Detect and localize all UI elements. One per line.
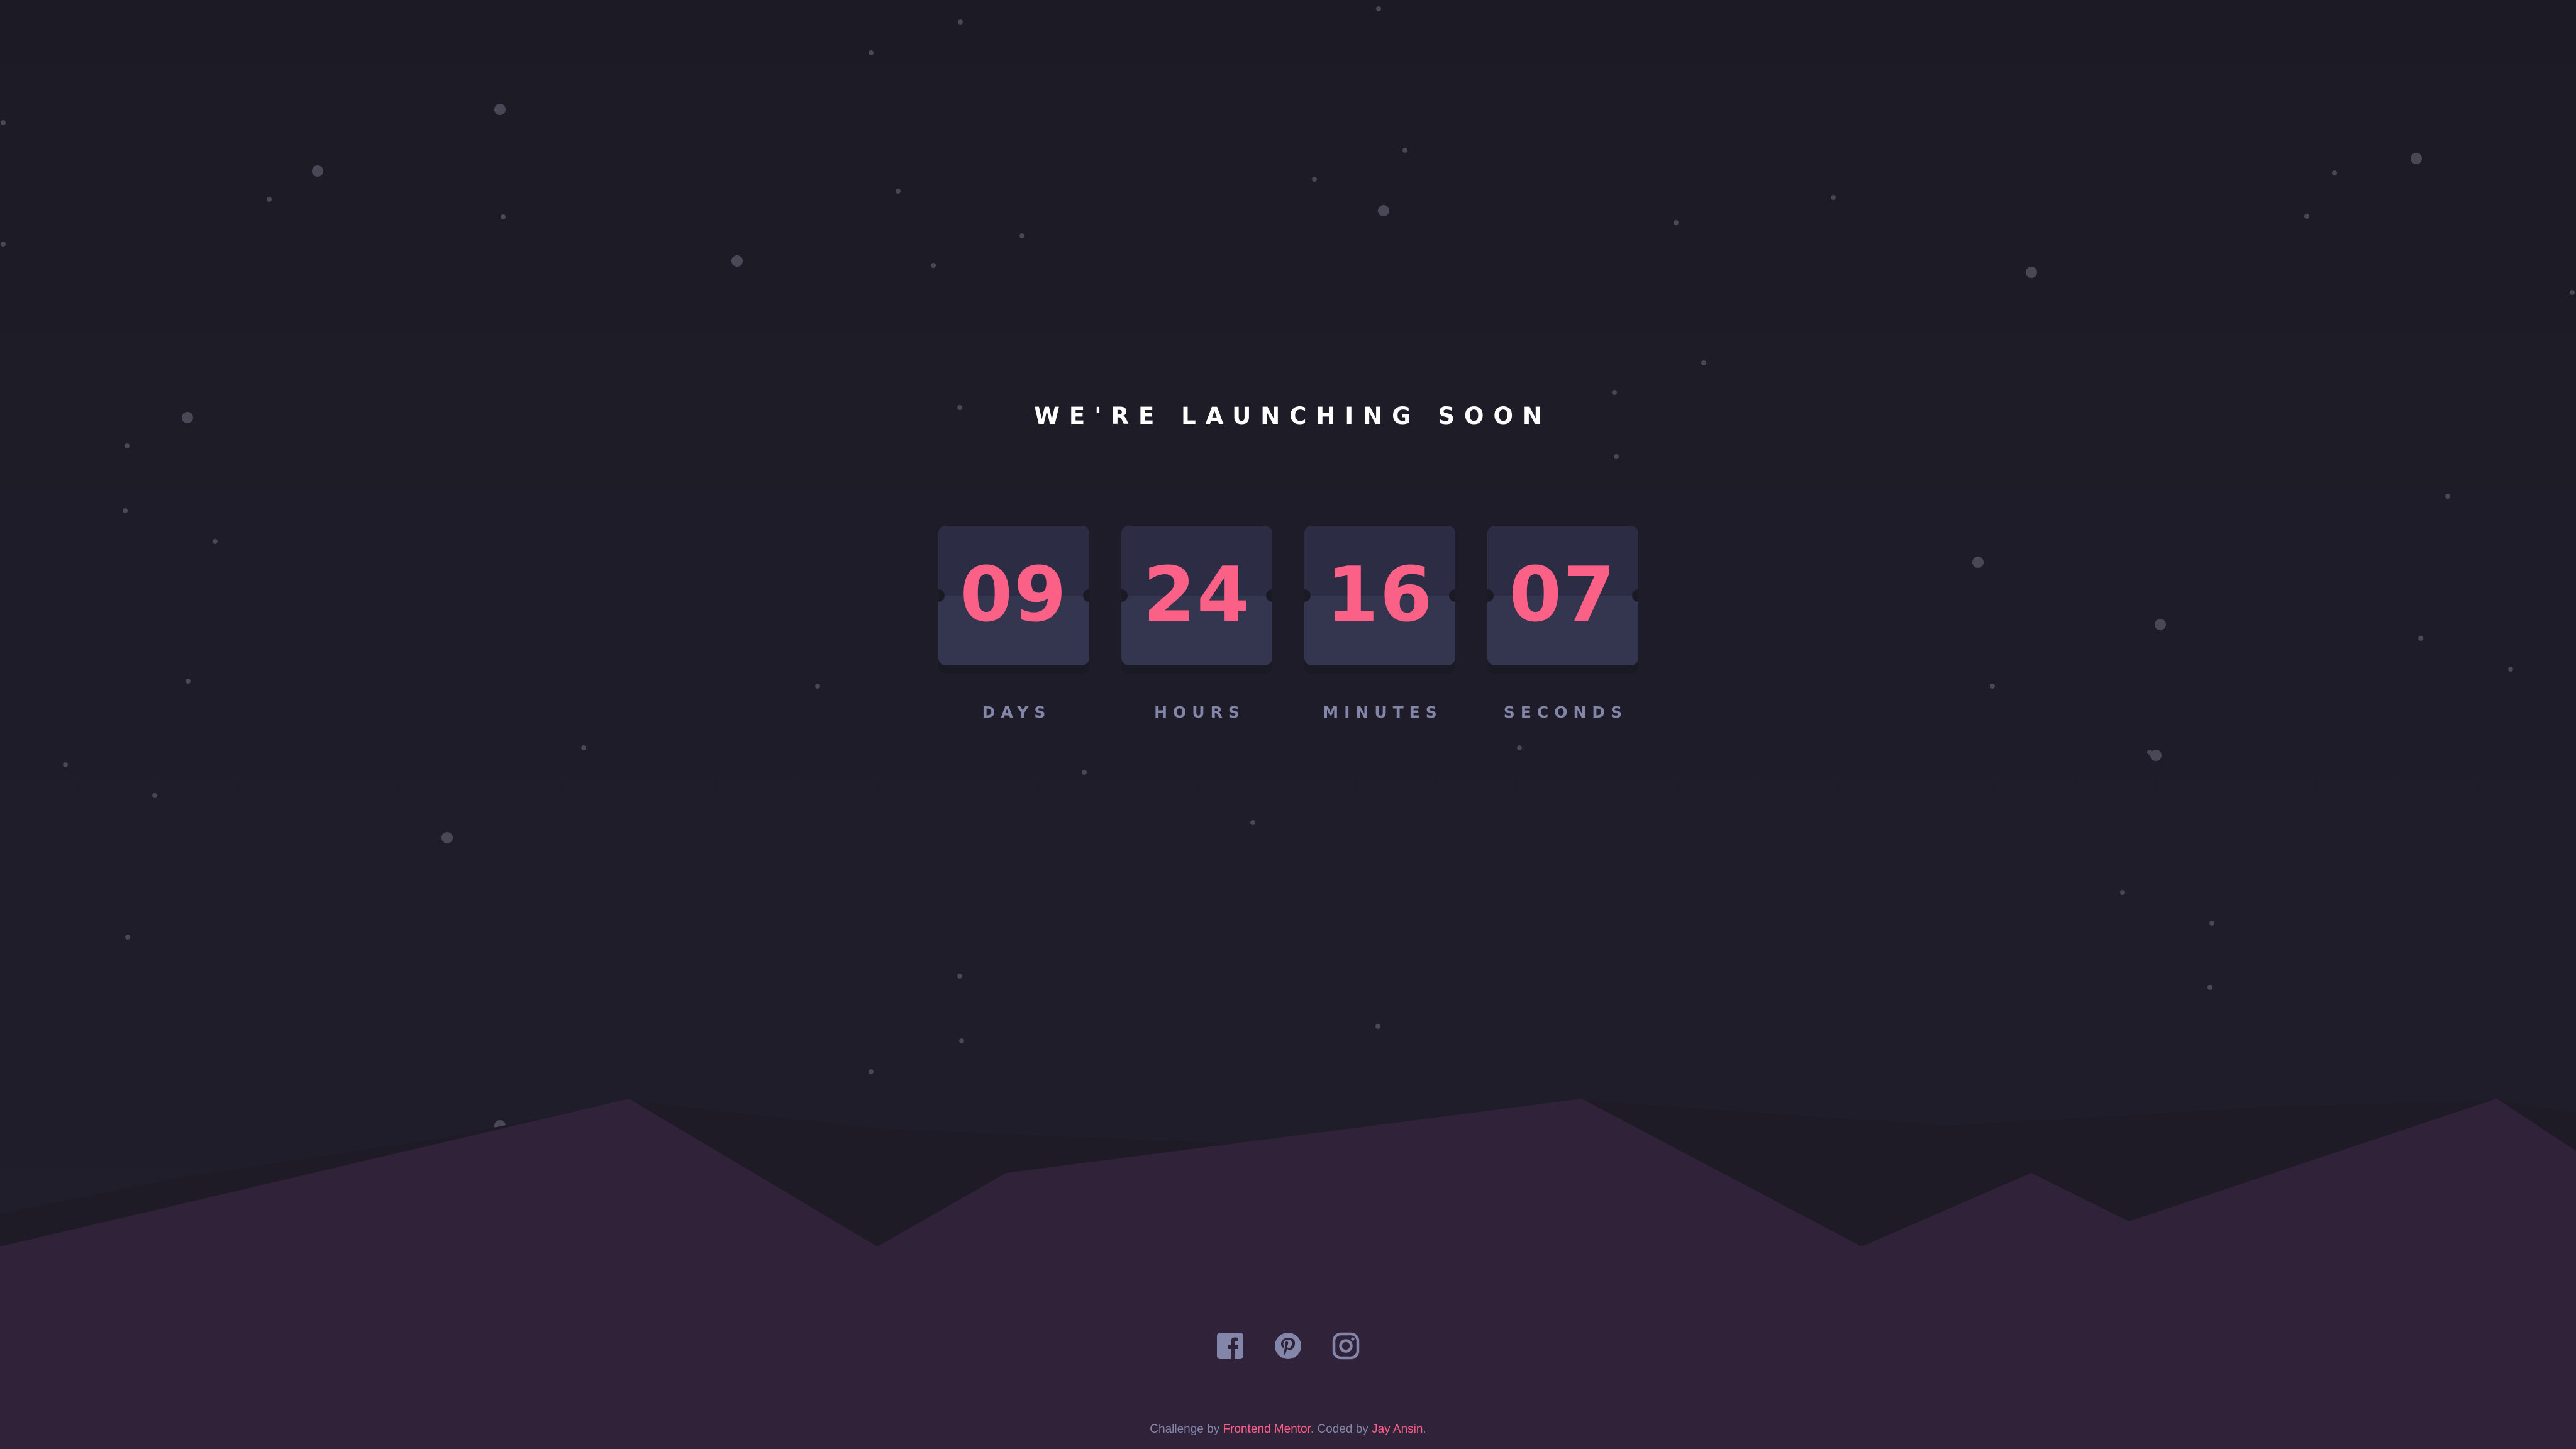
minutes-value: 16 — [1326, 552, 1434, 639]
social-links — [0, 1332, 2576, 1360]
flip-card-minutes: 16 — [1304, 526, 1455, 665]
instagram-icon[interactable] — [1332, 1332, 1360, 1360]
days-label: DAYS — [982, 703, 1052, 721]
countdown-hours: 24 HOURS — [1121, 526, 1272, 721]
starfield-background — [1, 6, 2575, 1131]
attribution-suffix: . — [1423, 1423, 1426, 1436]
flip-card-hours: 24 — [1121, 526, 1272, 665]
attribution-middle: . Coded by — [1310, 1423, 1368, 1436]
hours-value: 24 — [1143, 552, 1251, 639]
seconds-label: SECONDS — [1503, 703, 1628, 721]
flip-card-days: 09 — [938, 526, 1089, 665]
minutes-label: MINUTES — [1323, 703, 1443, 721]
attribution-prefix: Challenge by — [1150, 1423, 1220, 1436]
hours-label: HOURS — [1154, 703, 1245, 721]
page-title: WE'RE LAUNCHING SOON — [1034, 402, 1552, 430]
frontend-mentor-link[interactable]: Frontend Mentor — [1223, 1423, 1310, 1436]
author-link[interactable]: Jay Ansin — [1372, 1423, 1423, 1436]
countdown-minutes: 16 MINUTES — [1304, 526, 1455, 721]
attribution: Challenge by Frontend Mentor. Coded by J… — [0, 1423, 2576, 1436]
mountains-illustration — [0, 1099, 2576, 1449]
facebook-icon[interactable] — [1216, 1332, 1244, 1360]
seconds-value: 07 — [1509, 552, 1617, 639]
pinterest-icon[interactable] — [1274, 1332, 1302, 1360]
days-value: 09 — [960, 552, 1068, 639]
flip-card-seconds: 07 — [1487, 526, 1638, 665]
countdown-days: 09 DAYS — [938, 526, 1089, 721]
countdown-seconds: 07 SECONDS — [1487, 526, 1638, 721]
